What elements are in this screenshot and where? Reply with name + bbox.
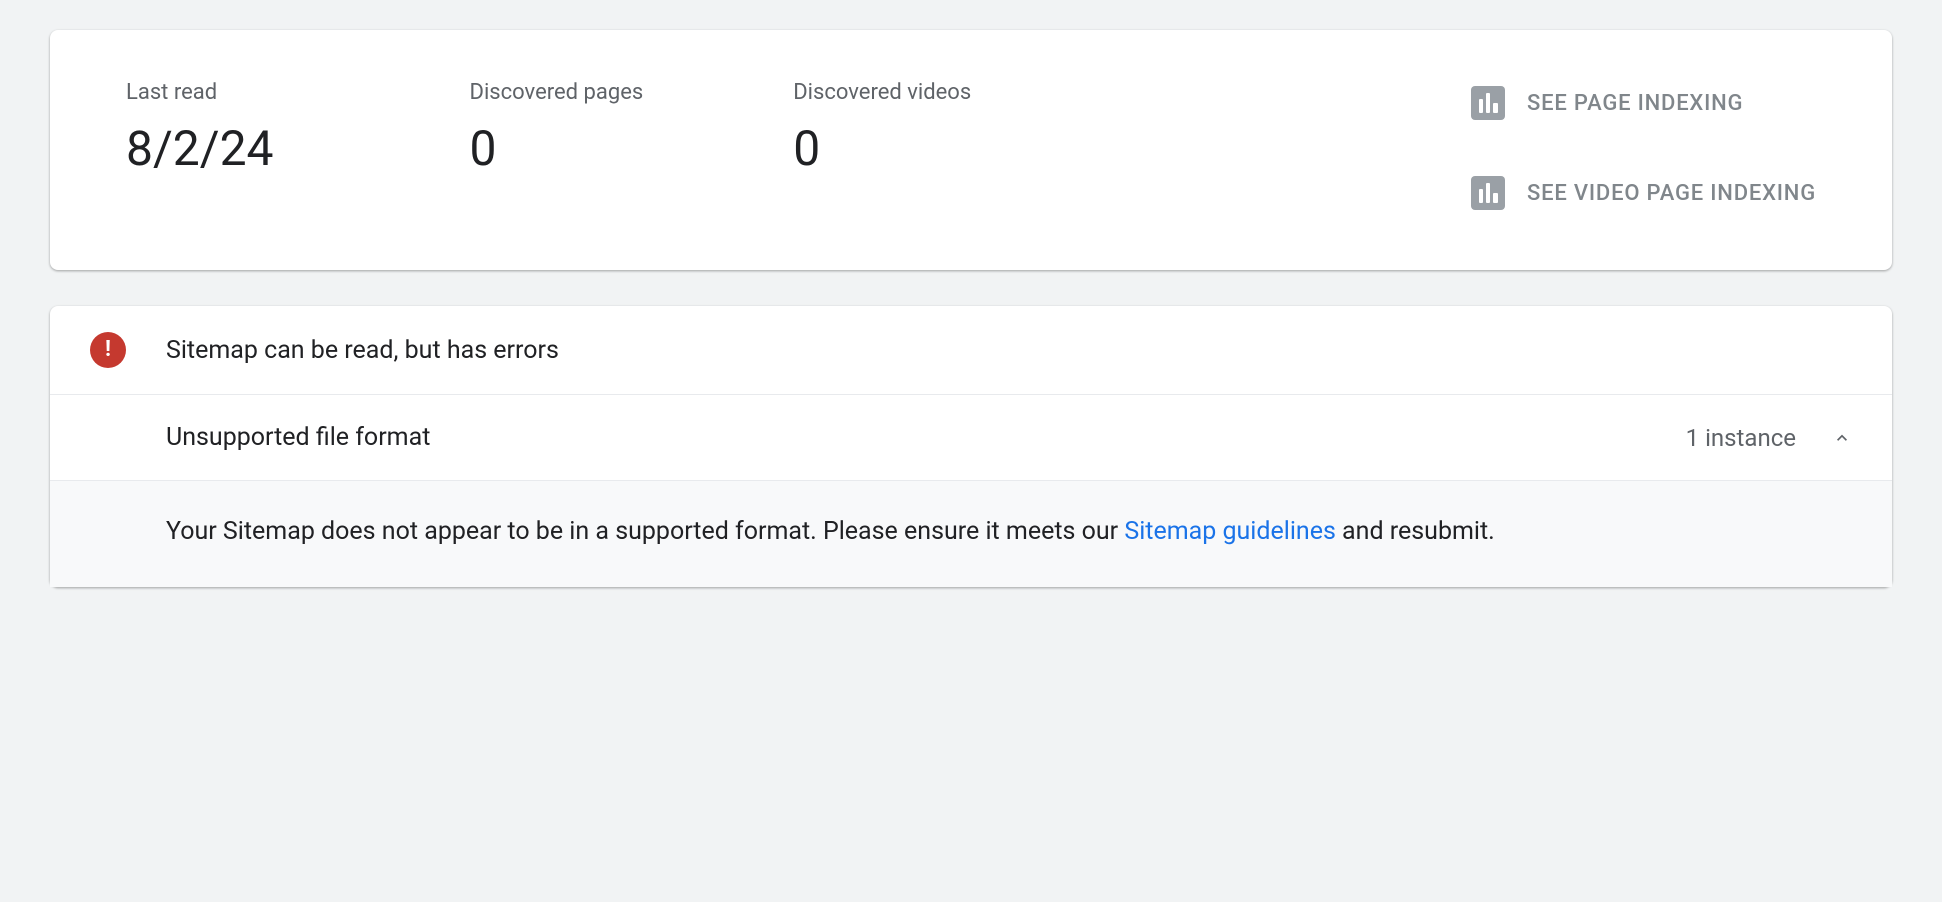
stats-card: Last read 8/2/24 Discovered pages 0 Disc… — [50, 30, 1892, 270]
error-header: ! Sitemap can be read, but has errors — [50, 306, 1892, 395]
sitemap-guidelines-link[interactable]: Sitemap guidelines — [1124, 517, 1336, 546]
error-detail-panel: Your Sitemap does not appear to be in a … — [50, 481, 1892, 587]
see-page-indexing-button[interactable]: SEE PAGE INDEXING — [1471, 86, 1816, 120]
see-video-page-indexing-label: SEE VIDEO PAGE INDEXING — [1527, 181, 1816, 206]
stat-value-last-read: 8/2/24 — [126, 125, 274, 173]
see-page-indexing-label: SEE PAGE INDEXING — [1527, 91, 1743, 116]
errors-card: ! Sitemap can be read, but has errors Un… — [50, 306, 1892, 587]
error-item-row[interactable]: Unsupported file format 1 instance — [50, 395, 1892, 481]
error-instance-count: 1 instance — [1686, 424, 1796, 452]
stat-discovered-videos: Discovered videos 0 — [793, 80, 971, 173]
bar-chart-icon — [1471, 86, 1505, 120]
stat-label-last-read: Last read — [126, 80, 274, 105]
error-icon: ! — [90, 332, 126, 368]
bar-chart-icon — [1471, 176, 1505, 210]
chevron-up-icon — [1832, 428, 1852, 448]
error-header-title: Sitemap can be read, but has errors — [166, 336, 559, 365]
stat-discovered-pages: Discovered pages 0 — [470, 80, 644, 173]
stat-value-pages: 0 — [470, 125, 644, 173]
error-item-title: Unsupported file format — [166, 423, 430, 452]
stat-value-videos: 0 — [793, 125, 971, 173]
stat-label-pages: Discovered pages — [470, 80, 644, 105]
stat-last-read: Last read 8/2/24 — [126, 80, 274, 173]
stat-label-videos: Discovered videos — [793, 80, 971, 105]
error-item-right: 1 instance — [1686, 424, 1852, 452]
error-detail-prefix: Your Sitemap does not appear to be in a … — [166, 517, 1124, 546]
actions-column: SEE PAGE INDEXING SEE VIDEO PAGE INDEXIN… — [1471, 80, 1816, 210]
see-video-page-indexing-button[interactable]: SEE VIDEO PAGE INDEXING — [1471, 176, 1816, 210]
error-detail-suffix: and resubmit. — [1336, 517, 1495, 546]
